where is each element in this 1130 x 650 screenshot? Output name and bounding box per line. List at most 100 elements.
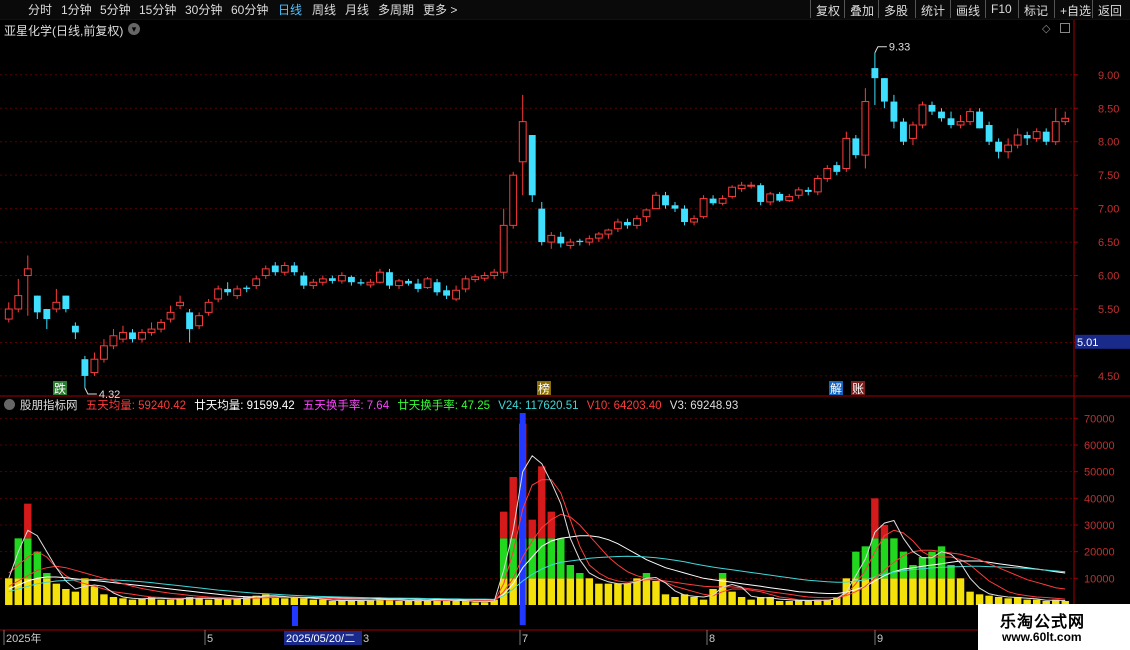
tab-15min[interactable]: 15分钟 <box>139 1 176 18</box>
tab-timeshare[interactable]: 分时 <box>28 1 52 18</box>
restore-rights-button[interactable]: 复权 <box>810 0 845 18</box>
volume-bar-base <box>71 591 80 605</box>
candle-body-up <box>452 289 461 300</box>
date-tick-label: 9 <box>877 633 883 645</box>
legend-turnover20: 廿天换手率: 47.25 <box>397 400 490 412</box>
tab-1min[interactable]: 1分钟 <box>61 1 92 18</box>
candle-body-up <box>966 111 974 123</box>
chevron-down-icon[interactable] <box>4 399 15 410</box>
volume-bar-mid <box>43 573 51 579</box>
tab-daily[interactable]: 日线 <box>278 1 302 18</box>
chart-canvas[interactable]: 9.00 8.50 8.00 7.50 7.00 6.50 6.00 5.50 5.00 4.50… <box>0 0 1130 650</box>
candle-body-down <box>871 68 879 79</box>
draw-line-button[interactable]: 画线 <box>950 0 985 18</box>
candle-body-down <box>757 185 765 202</box>
volume-bar-base <box>833 597 841 605</box>
volume-bar-mid <box>890 538 898 579</box>
overlay-button[interactable]: 叠加 <box>844 0 879 18</box>
volume-bar-mid <box>566 565 575 579</box>
tab-more[interactable]: 更多 > <box>423 1 457 18</box>
candle-body-up <box>157 321 165 330</box>
volume-tick-label: 20000 <box>1084 547 1115 559</box>
diamond-icon[interactable]: ◇ <box>1042 22 1050 35</box>
volume-bar-base <box>909 578 917 605</box>
ma5-volume-line <box>8 479 1066 602</box>
volume-bar-mid <box>547 538 555 579</box>
f10-button[interactable]: F10 <box>985 0 1017 18</box>
candle-body-down <box>681 208 688 223</box>
add-watchlist-button[interactable]: +自选 <box>1054 0 1096 18</box>
chevron-down-icon[interactable]: ▾ <box>128 23 140 35</box>
volume-bar-base <box>633 578 641 605</box>
volume-bar-mid <box>576 573 584 579</box>
volume-bar-base <box>300 598 308 605</box>
volume-bars <box>5 413 1069 626</box>
candle-body-up <box>794 189 803 196</box>
volume-bar-base <box>718 578 727 605</box>
volume-bar-mid <box>852 551 860 579</box>
candle-body-down <box>43 309 51 320</box>
volume-bar-base <box>861 578 870 605</box>
volume-bar-base <box>623 583 632 605</box>
volume-bar-top <box>528 519 536 539</box>
price-tick-label: 8.00 <box>1098 137 1119 149</box>
tab-more-label: 更多 <box>423 3 448 17</box>
candle-body-down <box>709 198 717 204</box>
volume-bar-base <box>319 599 327 605</box>
candle-body-up <box>166 311 175 320</box>
event-badge-label: 解 <box>830 382 842 396</box>
legend-ma5-volume: 五天均量: 59240.42 <box>85 400 187 412</box>
grid-lines <box>0 20 1130 631</box>
candle-body-down <box>938 111 945 119</box>
candle-body-up <box>176 301 185 307</box>
volume-bar-base <box>233 598 241 605</box>
tab-multi-period[interactable]: 多周期 <box>378 1 414 18</box>
event-badge <box>829 381 843 395</box>
candle-body-up <box>861 101 870 156</box>
tab-60min[interactable]: 60分钟 <box>231 1 268 18</box>
statistics-button[interactable]: 统计 <box>915 0 950 18</box>
volume-tick-label: 40000 <box>1084 493 1115 505</box>
panel-toggle-icon[interactable] <box>1060 23 1070 33</box>
legend-v10: V10: 64203.40 <box>586 400 662 412</box>
date-cursor-box <box>284 631 362 645</box>
volume-bar-base <box>90 586 99 605</box>
mark-button[interactable]: 标记 <box>1018 0 1053 18</box>
volume-bar-base <box>252 595 260 605</box>
candle-body-up <box>119 331 127 340</box>
tab-5min[interactable]: 5分钟 <box>100 1 131 18</box>
volume-tick-label: 30000 <box>1084 520 1115 532</box>
watermark-url: www.60lt.com <box>1002 630 1082 644</box>
candle-body-down <box>528 135 536 196</box>
candle-body-up <box>813 178 822 193</box>
price-tick-label: 6.50 <box>1098 237 1119 249</box>
tab-30min[interactable]: 30分钟 <box>185 1 222 18</box>
volume-bar-base <box>795 599 803 605</box>
event-badge <box>851 381 865 395</box>
candle-body-down <box>414 283 422 289</box>
indicator-name: 股朋指标网 <box>20 400 78 412</box>
volume-bar-base <box>281 598 289 605</box>
tab-monthly[interactable]: 月线 <box>345 1 369 18</box>
volume-bar-top <box>24 503 32 539</box>
volume-bar-base <box>214 598 222 605</box>
price-axis: 9.00 8.50 8.00 7.50 7.00 6.50 6.00 5.50 5.00 4.50… <box>1074 70 1130 383</box>
date-tick-label: 7 <box>522 633 528 645</box>
candle-body-down <box>776 193 784 201</box>
back-button[interactable]: 返回 <box>1092 0 1127 18</box>
candle-body-up <box>309 281 318 287</box>
candle-body-up <box>918 104 927 126</box>
volume-bar-base <box>842 578 851 605</box>
v24-line <box>8 555 1066 600</box>
volume-bar-base <box>195 598 203 605</box>
volume-bar-base <box>737 597 746 605</box>
volume-bar-base <box>814 599 822 605</box>
volume-bar-mid <box>928 551 936 579</box>
candle-body-up <box>233 288 242 297</box>
volume-bar-base <box>766 597 774 605</box>
candle-body-up <box>395 280 403 287</box>
volume-bar-base <box>5 578 13 605</box>
volume-tick-label: 10000 <box>1084 573 1115 585</box>
multi-stock-button[interactable]: 多股 <box>878 0 913 18</box>
tab-weekly[interactable]: 周线 <box>312 1 336 18</box>
